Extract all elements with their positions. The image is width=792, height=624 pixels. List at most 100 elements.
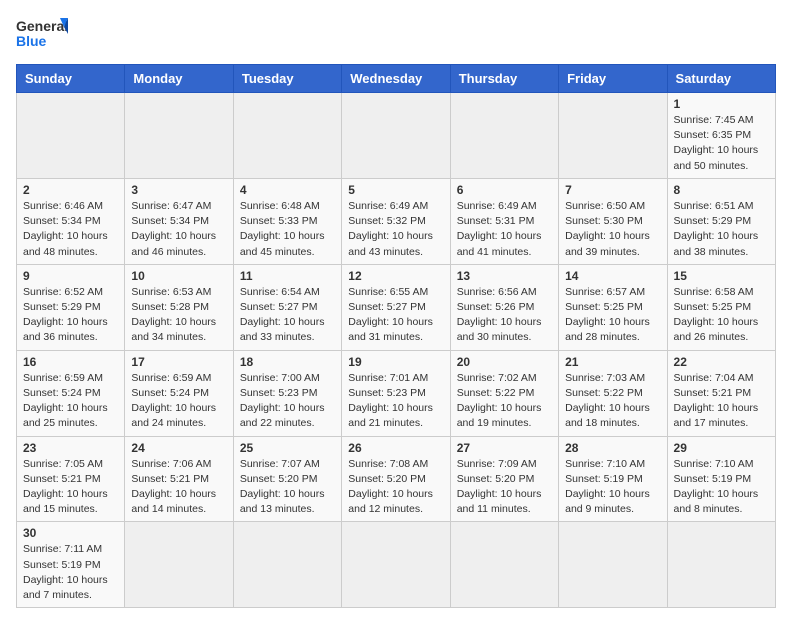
calendar-cell xyxy=(450,93,558,179)
day-info: Sunrise: 7:45 AMSunset: 6:35 PMDaylight:… xyxy=(674,113,769,174)
day-info: Sunrise: 7:03 AMSunset: 5:22 PMDaylight:… xyxy=(565,371,660,432)
calendar-week-row: 9Sunrise: 6:52 AMSunset: 5:29 PMDaylight… xyxy=(17,264,776,350)
day-info: Sunrise: 6:56 AMSunset: 5:26 PMDaylight:… xyxy=(457,285,552,346)
day-number: 7 xyxy=(565,183,660,197)
day-number: 13 xyxy=(457,269,552,283)
day-info: Sunrise: 6:53 AMSunset: 5:28 PMDaylight:… xyxy=(131,285,226,346)
day-number: 4 xyxy=(240,183,335,197)
day-info: Sunrise: 6:58 AMSunset: 5:25 PMDaylight:… xyxy=(674,285,769,346)
calendar-cell xyxy=(667,522,775,608)
calendar-cell: 20 Sunrise: 7:02 AMSunset: 5:22 PMDayligh… xyxy=(450,350,558,436)
calendar-header-tuesday: Tuesday xyxy=(233,65,341,93)
calendar-cell: 3 Sunrise: 6:47 AMSunset: 5:34 PMDaylight… xyxy=(125,178,233,264)
day-number: 10 xyxy=(131,269,226,283)
day-number: 14 xyxy=(565,269,660,283)
day-info: Sunrise: 6:54 AMSunset: 5:27 PMDaylight:… xyxy=(240,285,335,346)
day-number: 5 xyxy=(348,183,443,197)
logo-icon: General Blue xyxy=(16,16,68,52)
calendar-cell xyxy=(559,522,667,608)
calendar-week-row: 30Sunrise: 7:11 AMSunset: 5:19 PMDayligh… xyxy=(17,522,776,608)
day-info: Sunrise: 6:49 AMSunset: 5:32 PMDaylight:… xyxy=(348,199,443,260)
calendar-cell: 12 Sunrise: 6:55 AMSunset: 5:27 PMDayligh… xyxy=(342,264,450,350)
calendar-cell xyxy=(342,93,450,179)
calendar-cell: 23 Sunrise: 7:05 AMSunset: 5:21 PMDayligh… xyxy=(17,436,125,522)
day-info: Sunrise: 7:01 AMSunset: 5:23 PMDaylight:… xyxy=(348,371,443,432)
day-number: 29 xyxy=(674,441,769,455)
calendar-cell xyxy=(342,522,450,608)
day-number: 21 xyxy=(565,355,660,369)
calendar-week-row: 16Sunrise: 6:59 AMSunset: 5:24 PMDayligh… xyxy=(17,350,776,436)
day-info: Sunrise: 6:59 AMSunset: 5:24 PMDaylight:… xyxy=(23,371,118,432)
calendar-cell xyxy=(125,93,233,179)
calendar-header-wednesday: Wednesday xyxy=(342,65,450,93)
day-number: 3 xyxy=(131,183,226,197)
calendar-cell xyxy=(450,522,558,608)
calendar-cell xyxy=(233,93,341,179)
day-info: Sunrise: 6:51 AMSunset: 5:29 PMDaylight:… xyxy=(674,199,769,260)
day-info: Sunrise: 6:50 AMSunset: 5:30 PMDaylight:… xyxy=(565,199,660,260)
calendar-cell: 28Sunrise: 7:10 AMSunset: 5:19 PMDayligh… xyxy=(559,436,667,522)
calendar-cell: 9Sunrise: 6:52 AMSunset: 5:29 PMDaylight… xyxy=(17,264,125,350)
calendar-cell: 5 Sunrise: 6:49 AMSunset: 5:32 PMDaylight… xyxy=(342,178,450,264)
calendar-header-sunday: Sunday xyxy=(17,65,125,93)
day-info: Sunrise: 6:46 AMSunset: 5:34 PMDaylight:… xyxy=(23,199,118,260)
calendar-cell: 17 Sunrise: 6:59 AMSunset: 5:24 PMDayligh… xyxy=(125,350,233,436)
calendar-cell: 27 Sunrise: 7:09 AMSunset: 5:20 PMDayligh… xyxy=(450,436,558,522)
page-header: General Blue xyxy=(16,16,776,52)
calendar-cell: 26Sunrise: 7:08 AMSunset: 5:20 PMDayligh… xyxy=(342,436,450,522)
calendar-cell: 22 Sunrise: 7:04 AMSunset: 5:21 PMDayligh… xyxy=(667,350,775,436)
calendar-cell: 11 Sunrise: 6:54 AMSunset: 5:27 PMDayligh… xyxy=(233,264,341,350)
day-number: 8 xyxy=(674,183,769,197)
day-info: Sunrise: 6:55 AMSunset: 5:27 PMDaylight:… xyxy=(348,285,443,346)
day-number: 28 xyxy=(565,441,660,455)
day-info: Sunrise: 7:09 AMSunset: 5:20 PMDaylight:… xyxy=(457,457,552,518)
day-number: 22 xyxy=(674,355,769,369)
calendar-cell: 4 Sunrise: 6:48 AMSunset: 5:33 PMDaylight… xyxy=(233,178,341,264)
day-number: 20 xyxy=(457,355,552,369)
day-info: Sunrise: 7:07 AMSunset: 5:20 PMDaylight:… xyxy=(240,457,335,518)
day-info: Sunrise: 7:10 AMSunset: 5:19 PMDaylight:… xyxy=(674,457,769,518)
calendar-week-row: 1Sunrise: 7:45 AMSunset: 6:35 PMDaylight… xyxy=(17,93,776,179)
day-info: Sunrise: 7:00 AMSunset: 5:23 PMDaylight:… xyxy=(240,371,335,432)
day-number: 27 xyxy=(457,441,552,455)
day-info: Sunrise: 6:59 AMSunset: 5:24 PMDaylight:… xyxy=(131,371,226,432)
day-info: Sunrise: 7:06 AMSunset: 5:21 PMDaylight:… xyxy=(131,457,226,518)
day-info: Sunrise: 6:57 AMSunset: 5:25 PMDaylight:… xyxy=(565,285,660,346)
calendar-header-row: SundayMondayTuesdayWednesdayThursdayFrid… xyxy=(17,65,776,93)
calendar-cell: 30Sunrise: 7:11 AMSunset: 5:19 PMDayligh… xyxy=(17,522,125,608)
day-info: Sunrise: 7:05 AMSunset: 5:21 PMDaylight:… xyxy=(23,457,118,518)
calendar-cell: 7 Sunrise: 6:50 AMSunset: 5:30 PMDaylight… xyxy=(559,178,667,264)
svg-text:Blue: Blue xyxy=(16,33,47,49)
day-info: Sunrise: 7:04 AMSunset: 5:21 PMDaylight:… xyxy=(674,371,769,432)
day-number: 23 xyxy=(23,441,118,455)
calendar-cell: 19Sunrise: 7:01 AMSunset: 5:23 PMDayligh… xyxy=(342,350,450,436)
calendar-cell xyxy=(125,522,233,608)
calendar-cell: 25 Sunrise: 7:07 AMSunset: 5:20 PMDayligh… xyxy=(233,436,341,522)
day-info: Sunrise: 6:52 AMSunset: 5:29 PMDaylight:… xyxy=(23,285,118,346)
calendar-cell xyxy=(17,93,125,179)
day-number: 12 xyxy=(348,269,443,283)
calendar-cell: 2Sunrise: 6:46 AMSunset: 5:34 PMDaylight… xyxy=(17,178,125,264)
calendar-header-thursday: Thursday xyxy=(450,65,558,93)
calendar-table: SundayMondayTuesdayWednesdayThursdayFrid… xyxy=(16,64,776,608)
calendar-header-saturday: Saturday xyxy=(667,65,775,93)
day-number: 11 xyxy=(240,269,335,283)
day-number: 17 xyxy=(131,355,226,369)
day-info: Sunrise: 7:02 AMSunset: 5:22 PMDaylight:… xyxy=(457,371,552,432)
calendar-cell: 6Sunrise: 6:49 AMSunset: 5:31 PMDaylight… xyxy=(450,178,558,264)
calendar-cell: 21 Sunrise: 7:03 AMSunset: 5:22 PMDayligh… xyxy=(559,350,667,436)
day-info: Sunrise: 6:48 AMSunset: 5:33 PMDaylight:… xyxy=(240,199,335,260)
day-number: 24 xyxy=(131,441,226,455)
day-info: Sunrise: 6:47 AMSunset: 5:34 PMDaylight:… xyxy=(131,199,226,260)
calendar-cell: 10 Sunrise: 6:53 AMSunset: 5:28 PMDayligh… xyxy=(125,264,233,350)
day-number: 26 xyxy=(348,441,443,455)
calendar-header-friday: Friday xyxy=(559,65,667,93)
calendar-cell: 16Sunrise: 6:59 AMSunset: 5:24 PMDayligh… xyxy=(17,350,125,436)
calendar-week-row: 23 Sunrise: 7:05 AMSunset: 5:21 PMDayligh… xyxy=(17,436,776,522)
day-number: 25 xyxy=(240,441,335,455)
day-number: 15 xyxy=(674,269,769,283)
day-info: Sunrise: 7:11 AMSunset: 5:19 PMDaylight:… xyxy=(23,542,118,603)
calendar-cell: 15 Sunrise: 6:58 AMSunset: 5:25 PMDayligh… xyxy=(667,264,775,350)
logo: General Blue xyxy=(16,16,68,52)
calendar-cell xyxy=(233,522,341,608)
